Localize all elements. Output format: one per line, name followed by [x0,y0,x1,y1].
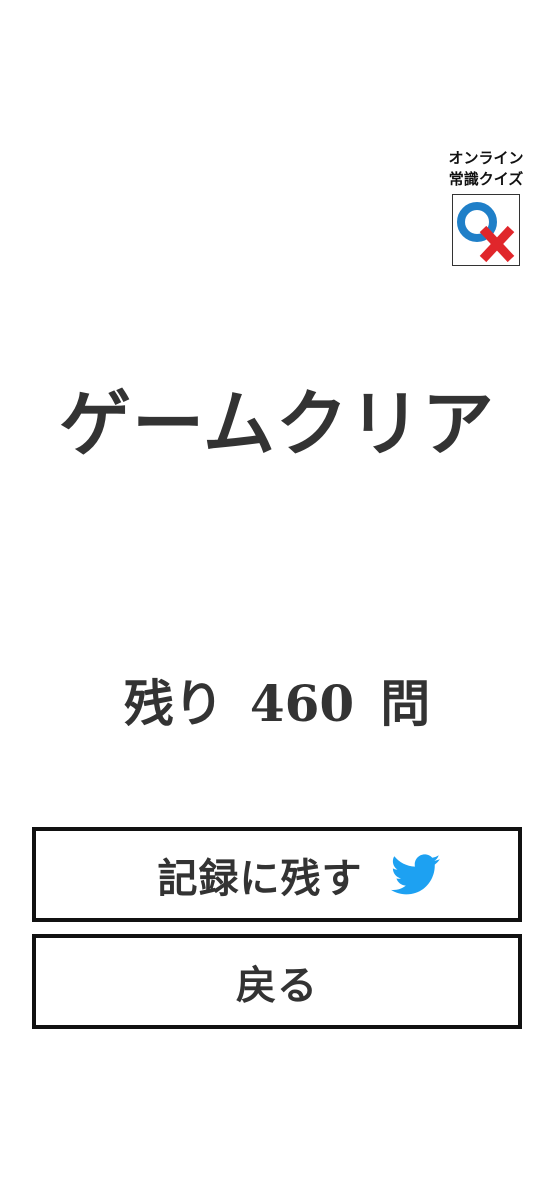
logo-line-2: 常識クイズ [448,170,524,188]
remaining-prefix: 残り [123,674,224,733]
twitter-bird-icon [390,853,441,896]
remaining-questions: 残り 460 問 [0,664,554,744]
remaining-count: 460 [249,674,355,733]
share-record-button[interactable]: 記録に残す [32,827,522,922]
logo-line-1: オンライン [448,149,524,167]
back-button[interactable]: 戻る [32,934,522,1029]
app-logo: オンライン 常識クイズ [444,148,528,266]
game-clear-title: ゲームクリア [59,381,495,466]
circle-cross-icon [457,202,515,263]
quiz-mark-icon [452,194,520,266]
share-record-label: 記録に残す [157,854,363,902]
back-label: 戻る [236,961,318,1009]
remaining-suffix: 問 [380,674,431,733]
